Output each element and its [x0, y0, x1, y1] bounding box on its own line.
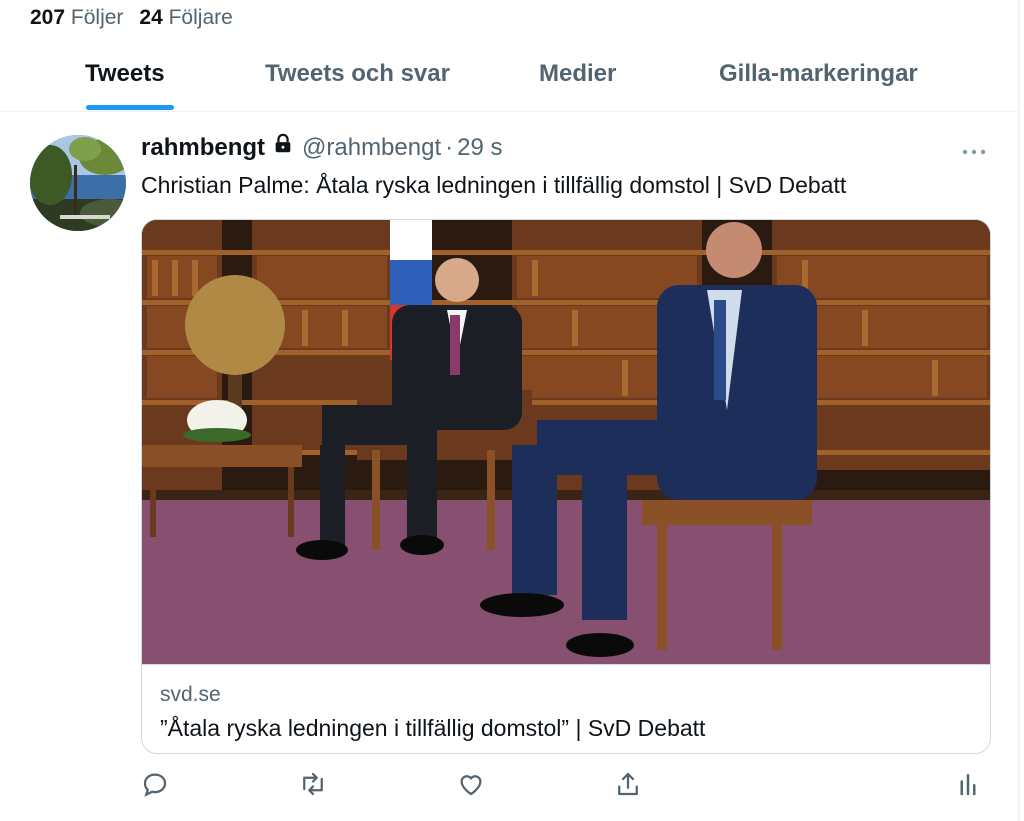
card-domain: svd.se — [160, 683, 221, 706]
tab-tweets[interactable]: Tweets — [85, 60, 165, 88]
tab-likes[interactable]: Gilla-markeringar — [719, 60, 918, 88]
column-divider — [1018, 0, 1020, 821]
author-handle[interactable]: @rahmbengt — [302, 134, 441, 162]
tweet-actions-bar — [0, 765, 1018, 805]
tab-tweets-and-replies[interactable]: Tweets och svar — [265, 60, 450, 88]
author-name[interactable]: rahmbengt — [141, 134, 265, 162]
card-footer: svd.se ”Åtala ryska ledningen i tillfäll… — [142, 664, 990, 753]
link-preview-card[interactable]: svd.se ”Åtala ryska ledningen i tillfäll… — [141, 219, 991, 754]
followers-label: Följare — [168, 6, 233, 29]
header-separator: · — [445, 133, 454, 161]
lock-icon — [272, 133, 294, 162]
analytics-icon[interactable] — [953, 769, 983, 799]
like-icon[interactable] — [456, 769, 486, 799]
profile-tabs: Tweets Tweets och svar Medier Gilla-mark… — [0, 48, 1018, 112]
active-tab-indicator — [86, 105, 174, 110]
tab-media[interactable]: Medier — [539, 60, 616, 88]
tweet-timestamp[interactable]: 29 s — [457, 134, 502, 162]
reply-icon[interactable] — [140, 769, 170, 799]
card-image — [142, 220, 990, 664]
profile-follow-stats: 207 Följer 24 Följare — [30, 6, 233, 30]
followers-count: 24 — [139, 6, 163, 29]
following-label: Följer — [70, 6, 124, 29]
tweet-text: Christian Palme: Åtala ryska ledningen i… — [141, 172, 847, 198]
card-title: ”Åtala ryska ledningen i tillfällig doms… — [160, 715, 706, 741]
followers-link[interactable]: 24 Följare — [139, 6, 232, 30]
following-count: 207 — [30, 6, 66, 29]
tweet-header: rahmbengt @rahmbengt · 29 s — [141, 133, 503, 162]
retweet-icon[interactable] — [298, 769, 328, 799]
following-link[interactable]: 207 Följer — [30, 6, 123, 30]
more-options-icon[interactable] — [962, 136, 986, 162]
author-avatar[interactable] — [30, 135, 126, 231]
share-icon[interactable] — [613, 769, 643, 799]
